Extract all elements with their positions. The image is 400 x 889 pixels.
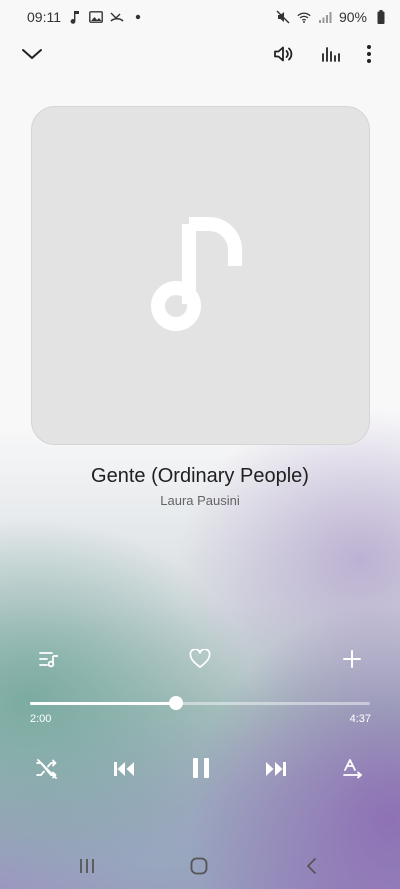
status-time: 09:11 bbox=[27, 9, 61, 25]
equalizer-icon[interactable] bbox=[317, 40, 345, 68]
volume-icon[interactable] bbox=[270, 40, 298, 68]
player-toolbar bbox=[0, 36, 400, 72]
chevron-down-icon[interactable] bbox=[18, 40, 46, 68]
status-right: 90% bbox=[276, 9, 388, 25]
dot-icon bbox=[131, 10, 145, 24]
recent-apps-icon[interactable] bbox=[74, 854, 100, 878]
seek-bar[interactable] bbox=[30, 696, 370, 710]
battery-icon bbox=[374, 10, 388, 24]
status-left: 09:11 bbox=[27, 9, 145, 25]
music-note-icon bbox=[68, 10, 82, 24]
previous-icon[interactable] bbox=[111, 756, 137, 782]
artist-name[interactable]: Laura Pausini bbox=[0, 493, 400, 508]
more-vertical-icon[interactable] bbox=[355, 40, 383, 68]
action-row bbox=[0, 646, 400, 672]
queue-icon[interactable] bbox=[36, 646, 62, 672]
plus-icon[interactable] bbox=[339, 646, 365, 672]
music-note-placeholder-icon bbox=[150, 206, 251, 346]
playback-controls bbox=[0, 754, 400, 784]
album-artwork bbox=[31, 106, 370, 445]
missed-call-icon bbox=[110, 10, 124, 24]
system-navigation-bar bbox=[0, 848, 400, 884]
back-icon[interactable] bbox=[298, 854, 324, 878]
home-icon[interactable] bbox=[186, 854, 212, 878]
total-duration: 4:37 bbox=[349, 713, 371, 725]
song-title: Gente (Ordinary People) bbox=[91, 465, 309, 487]
wifi-icon bbox=[297, 10, 311, 24]
repeat-icon[interactable] bbox=[340, 756, 366, 782]
shuffle-off-icon[interactable] bbox=[34, 756, 60, 782]
battery-percentage: 90% bbox=[338, 9, 367, 25]
elapsed-time: 2:00 bbox=[30, 713, 52, 725]
mute-icon bbox=[276, 10, 290, 24]
next-icon[interactable] bbox=[263, 756, 289, 782]
pause-icon[interactable] bbox=[187, 754, 215, 782]
image-icon bbox=[89, 10, 103, 24]
status-bar: 09:11 90% bbox=[0, 0, 400, 34]
signal-icon bbox=[318, 10, 332, 24]
music-player-screen: 09:11 90% Gente (Ordinary People) Laura … bbox=[0, 0, 400, 889]
seek-fill bbox=[30, 702, 177, 705]
heart-icon[interactable] bbox=[187, 646, 213, 672]
